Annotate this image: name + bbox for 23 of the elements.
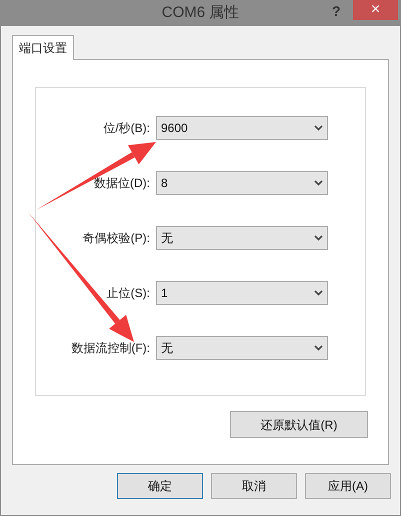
dialog-button[interactable]: 确定: [117, 473, 203, 499]
dialog-button[interactable]: 应用(A): [305, 473, 391, 499]
dropdown[interactable]: 8: [156, 171, 328, 195]
chevron-down-icon: [314, 180, 323, 186]
field-label: 位/秒(B):: [102, 120, 151, 137]
field-label: 数据位(D):: [93, 175, 151, 192]
field-label: 数据流控制(F):: [70, 340, 151, 357]
dropdown[interactable]: 9600: [156, 116, 328, 140]
chevron-down-icon: [314, 290, 323, 296]
chevron-down-icon: [314, 345, 323, 351]
tab[interactable]: 端口设置: [12, 35, 74, 60]
chevron-down-icon: [314, 125, 323, 131]
close-button[interactable]: ×: [353, 0, 398, 20]
dropdown[interactable]: 无: [156, 226, 328, 250]
dialog-button[interactable]: 取消: [211, 473, 297, 499]
field-label: 奇偶校验(P):: [82, 230, 151, 247]
dropdown[interactable]: 无: [156, 336, 328, 360]
help-button[interactable]: ?: [332, 1, 341, 22]
field-label: 止位(S):: [106, 285, 151, 302]
restore-defaults-button[interactable]: 还原默认值(R): [230, 411, 368, 438]
dropdown[interactable]: 1: [156, 281, 328, 305]
chevron-down-icon: [314, 235, 323, 241]
window-title: COM6 属性: [162, 2, 240, 23]
